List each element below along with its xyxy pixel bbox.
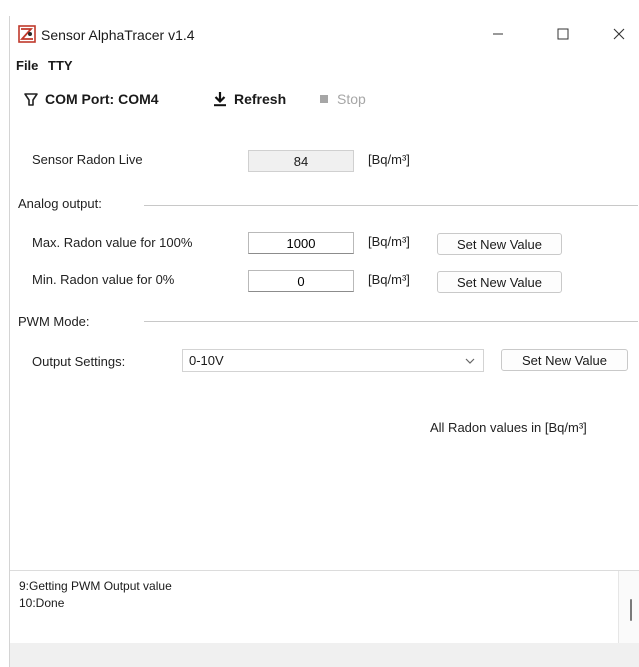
live-label: Sensor Radon Live xyxy=(32,152,143,167)
minimize-icon xyxy=(493,33,503,35)
stop-button[interactable]: Stop xyxy=(317,91,366,107)
menu-tty[interactable]: TTY xyxy=(48,58,73,73)
maximize-button[interactable] xyxy=(540,16,586,52)
close-icon xyxy=(613,28,625,40)
set-min-value-button[interactable]: Set New Value xyxy=(437,271,562,293)
stop-label: Stop xyxy=(337,91,366,107)
app-window: Sensor AlphaTracer v1.4 File TTY COM Por… xyxy=(9,16,639,667)
status-bar xyxy=(10,643,639,667)
title-bar[interactable]: Sensor AlphaTracer v1.4 xyxy=(10,16,639,56)
set-max-value-button[interactable]: Set New Value xyxy=(437,233,562,255)
output-settings-value: 0-10V xyxy=(189,353,224,368)
menu-bar: File TTY xyxy=(10,56,639,76)
live-unit: [Bq/m³] xyxy=(368,152,410,167)
analog-group-label: Analog output: xyxy=(18,196,102,211)
menu-file[interactable]: File xyxy=(16,58,38,73)
log-line: 9:Getting PWM Output value xyxy=(19,579,172,593)
min-radon-unit: [Bq/m³] xyxy=(368,272,410,287)
window-title: Sensor AlphaTracer v1.4 xyxy=(41,27,195,43)
app-logo-icon xyxy=(18,25,36,43)
log-scrollbar-thumb[interactable] xyxy=(630,599,632,621)
log-panel[interactable]: 9:Getting PWM Output value 10:Done xyxy=(10,570,639,644)
log-scrollbar[interactable] xyxy=(618,571,639,643)
min-radon-input[interactable] xyxy=(248,270,354,292)
minimize-button[interactable] xyxy=(475,16,521,52)
close-button[interactable] xyxy=(596,16,639,52)
plug-icon xyxy=(24,93,38,106)
max-radon-label: Max. Radon value for 100% xyxy=(32,235,193,250)
pwm-group-label: PWM Mode: xyxy=(18,314,90,329)
pwm-group-divider xyxy=(144,321,638,322)
set-output-settings-button[interactable]: Set New Value xyxy=(501,349,628,371)
max-radon-input[interactable] xyxy=(248,232,354,254)
log-line: 10:Done xyxy=(19,596,65,610)
output-settings-label: Output Settings: xyxy=(32,354,126,369)
download-arrow-icon xyxy=(214,92,226,107)
analog-group-divider xyxy=(144,205,638,206)
output-settings-select[interactable]: 0-10V xyxy=(182,349,484,372)
refresh-label: Refresh xyxy=(234,91,287,107)
toolbar: COM Port: COM4 Refresh Stop xyxy=(10,91,639,113)
min-radon-label: Min. Radon value for 0% xyxy=(32,272,175,287)
chevron-down-icon xyxy=(465,358,475,364)
com-port-label: COM Port: COM4 xyxy=(45,91,159,107)
com-port-button[interactable]: COM Port: COM4 xyxy=(23,91,159,107)
max-radon-unit: [Bq/m³] xyxy=(368,234,410,249)
live-value-field: 84 xyxy=(248,150,354,172)
refresh-button[interactable]: Refresh xyxy=(212,91,286,107)
stop-square-icon xyxy=(320,95,328,103)
units-note: All Radon values in [Bq/m³] xyxy=(430,420,587,435)
maximize-icon xyxy=(557,28,569,40)
